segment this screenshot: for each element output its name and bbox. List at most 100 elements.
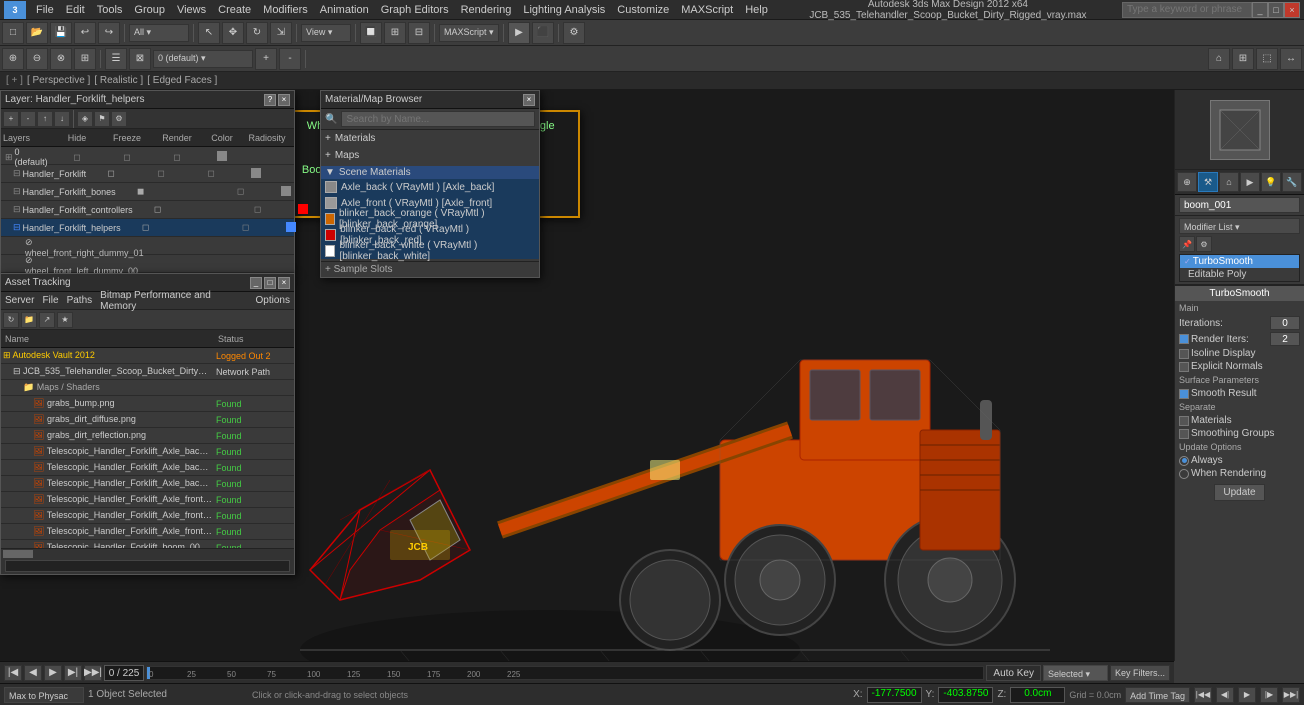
config-btn[interactable]: ⚙ [1196,236,1212,252]
layer-row-wheel-r[interactable]: ⊘ wheel_front_right_dummy_01 [1,237,294,255]
save-btn[interactable]: 💾 [50,22,72,44]
play-btn[interactable]: ▶ [44,665,62,681]
modifier-list-dropdown[interactable]: Modifier List ▾ [1179,218,1300,234]
menu-rendering[interactable]: Rendering [455,0,518,20]
menu-tools[interactable]: Tools [91,0,129,20]
layers-select-btn[interactable]: ◈ [77,111,93,127]
snap-btn[interactable]: 🔲 [360,22,382,44]
maximize-button[interactable]: □ [1268,2,1284,18]
layer-freeze-default[interactable]: ◻ [102,152,152,163]
display-icon[interactable]: 💡 [1261,172,1281,192]
next-frame-btn[interactable]: ▶| [64,665,82,681]
help-search-input[interactable] [1122,2,1252,18]
asset-maps-folder[interactable]: 📁 Maps / Shaders [1,380,294,396]
menu-customize[interactable]: Customize [611,0,675,20]
layer-row-helpers[interactable]: ⊟ Handler_Forklift_helpers ◻ ◻ [1,219,294,237]
material-panel-titlebar[interactable]: Material/Map Browser × [321,91,539,109]
hierarchy-icon[interactable]: ⌂ [1219,172,1239,192]
layer-select[interactable]: 0 (default) ▾ [153,50,253,68]
asset-close-btn[interactable]: × [278,277,290,289]
autokey-btn[interactable]: Auto Key [986,665,1041,681]
smoothing-checkbox[interactable] [1179,429,1189,439]
select-btn[interactable]: ↖ [198,22,220,44]
viewport-perspective[interactable]: [ Perspective ] [27,75,90,86]
render-btn[interactable]: ▶ [508,22,530,44]
minimize-button[interactable]: _ [1252,2,1268,18]
asset-img7[interactable]: 🖼 Telescopic_Handler_Forklift_Axle_front… [1,492,294,508]
toolbar2-btn2[interactable]: ⊖ [26,48,48,70]
utility-icon[interactable]: 🔧 [1282,172,1302,192]
modifier-check-turbo[interactable]: ✓ [1184,257,1191,266]
x-coord[interactable]: -177.7500 [867,687,922,703]
modifier-editable-poly[interactable]: Editable Poly [1180,268,1299,281]
smooth-result-checkbox[interactable] [1179,389,1189,399]
toolbar2-btn1[interactable]: ⊕ [2,48,24,70]
mat-axle-back[interactable]: Axle_back ( VRayMtl ) [Axle_back] [321,179,539,195]
key-filters-btn[interactable]: Key Filters... [1110,665,1170,681]
selected-btn[interactable]: Selected ▾ [1043,665,1108,681]
layer-hide-bones[interactable]: ◼ [116,186,166,197]
snap3d-btn[interactable]: ⊟ [408,22,430,44]
asset-scrollbar-thumb[interactable] [3,550,33,558]
asset-img3[interactable]: 🖼 grabs_dirt_reflection.png Found [1,428,294,444]
layers-close-btn[interactable]: × [278,94,290,106]
layers-move-down-btn[interactable]: ↓ [54,111,70,127]
rendering-radio-btn[interactable] [1179,469,1189,479]
menu-edit[interactable]: Edit [60,0,91,20]
layer-row-controllers[interactable]: ⊟ Handler_Forklift_controllers ◻ ◻ [1,201,294,219]
asset-highlight-btn[interactable]: ★ [57,312,73,328]
scene-materials-header[interactable]: ▼ Scene Materials [321,166,539,179]
menu-group[interactable]: Group [128,0,171,20]
asset-file[interactable]: ⊟ JCB_535_Telehandler_Scoop_Bucket_Dirty… [1,364,294,380]
layer-render-handler[interactable]: ◻ [186,168,236,179]
layer2-btn[interactable]: ⊠ [129,48,151,70]
mat-blinker-white[interactable]: blinker_back_white ( VRayMtl ) [blinker_… [321,243,539,259]
menu-file[interactable]: File [30,0,60,20]
object-name-input[interactable] [1179,197,1300,213]
render-iters-checkbox[interactable] [1179,334,1189,344]
asset-menu-options[interactable]: Options [256,295,290,306]
close-button[interactable]: × [1284,2,1300,18]
open-btn[interactable]: 📂 [26,22,48,44]
status-goto-end[interactable]: ▶▶| [1282,687,1300,703]
asset-img10[interactable]: 🖼 Telescopic_Handler_Forklift_boom_001_d… [1,540,294,548]
snap2d-btn[interactable]: ⊞ [384,22,406,44]
z-coord[interactable]: 0.0cm [1010,687,1065,703]
asset-minimize-btn[interactable]: _ [250,277,262,289]
layer-hide-controllers[interactable]: ◻ [133,204,183,215]
asset-img5[interactable]: 🖼 Telescopic_Handler_Forklift_Axle_back_… [1,460,294,476]
layer-freeze-handler[interactable]: ◻ [136,168,186,179]
modifier-turbosmoooth[interactable]: ✓ TurboSmooth [1180,255,1299,268]
status-goto-start[interactable]: |◀◀ [1194,687,1212,703]
menu-views[interactable]: Views [171,0,212,20]
render-frame-btn[interactable]: ⬛ [532,22,554,44]
menu-graph-editors[interactable]: Graph Editors [375,0,455,20]
toolbar2-btn3[interactable]: ⊗ [50,48,72,70]
prev-frame-btn[interactable]: ◀ [24,665,42,681]
layer-render-helpers[interactable]: ◻ [221,222,271,233]
selection-filter[interactable]: All ▾ [129,24,189,42]
add-time-tag-btn[interactable]: Add Time Tag [1125,687,1190,703]
menu-maxscript[interactable]: MAXScript [675,0,739,20]
right-tool3[interactable]: ⬚ [1256,48,1278,70]
redo-btn[interactable]: ↪ [98,22,120,44]
new-btn[interactable]: □ [2,22,24,44]
status-play[interactable]: ▶ [1238,687,1256,703]
timeline-slider[interactable]: 0 25 50 75 100 125 150 175 200 225 [146,666,984,680]
maps-header[interactable]: + Maps [325,149,535,162]
isoline-checkbox[interactable] [1179,349,1189,359]
render-dropdown[interactable]: View ▾ [301,24,351,42]
motion-icon[interactable]: ▶ [1240,172,1260,192]
maxscript-dropdown[interactable]: MAXScript ▾ [439,24,499,42]
toolbar2-btn4[interactable]: ⊞ [74,48,96,70]
asset-scrollbar-h[interactable] [1,548,294,558]
layers-settings-btn[interactable]: ⚙ [111,111,127,127]
asset-menu-file[interactable]: File [42,295,58,306]
layer-row-wheel-l[interactable]: ⊘ wheel_front_left_dummy_00 [1,255,294,273]
always-radio-btn[interactable] [1179,456,1189,466]
explicit-checkbox[interactable] [1179,362,1189,372]
viewport-edged[interactable]: [ Edged Faces ] [147,75,217,86]
render-iters-input[interactable] [1270,332,1300,346]
update-button[interactable]: Update [1214,484,1264,501]
menu-lighting[interactable]: Lighting Analysis [517,0,611,20]
